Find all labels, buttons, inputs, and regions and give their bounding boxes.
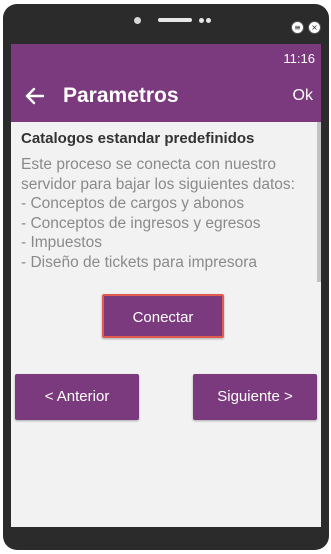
sensor-dot (199, 18, 204, 23)
description-line: servidor para bajar los siguientes datos… (21, 175, 295, 193)
content-area: Catalogos estandar predefinidos Este pro… (21, 130, 313, 272)
sensor-dot (206, 18, 211, 23)
back-arrow-icon[interactable] (23, 84, 47, 108)
description-line: - Diseño de tickets para impresora (21, 253, 258, 271)
app-screen: 11:16 Parametros Ok Catalogos estandar p… (11, 44, 321, 527)
camera-icon (134, 17, 141, 24)
description-line: - Conceptos de cargos y abonos (21, 195, 245, 212)
description-text: Este proceso se conecta con nuestro serv… (21, 155, 313, 272)
page-title: Parametros (63, 84, 179, 107)
app-bar: Parametros Ok (11, 72, 321, 122)
speaker-grille (158, 18, 192, 22)
device-frame: ≡ × 11:16 Parametros Ok Catalogos estand… (3, 4, 329, 550)
status-bar: 11:16 (11, 44, 321, 72)
menu-icon[interactable]: ≡ (291, 21, 304, 34)
description-line: - Impuestos (21, 234, 102, 251)
close-icon[interactable]: × (308, 21, 321, 34)
ok-button[interactable]: Ok (293, 87, 313, 105)
status-time: 11:16 (283, 51, 315, 66)
connect-button[interactable]: Conectar (102, 294, 224, 338)
previous-button[interactable]: < Anterior (15, 374, 139, 420)
description-line: - Conceptos de ingresos y egresos (21, 214, 261, 232)
scrollbar[interactable] (317, 122, 321, 282)
description-line: Este proceso se conecta con nuestro (21, 156, 277, 173)
section-heading: Catalogos estandar predefinidos (21, 130, 255, 147)
next-button[interactable]: Siguiente > (193, 374, 317, 420)
